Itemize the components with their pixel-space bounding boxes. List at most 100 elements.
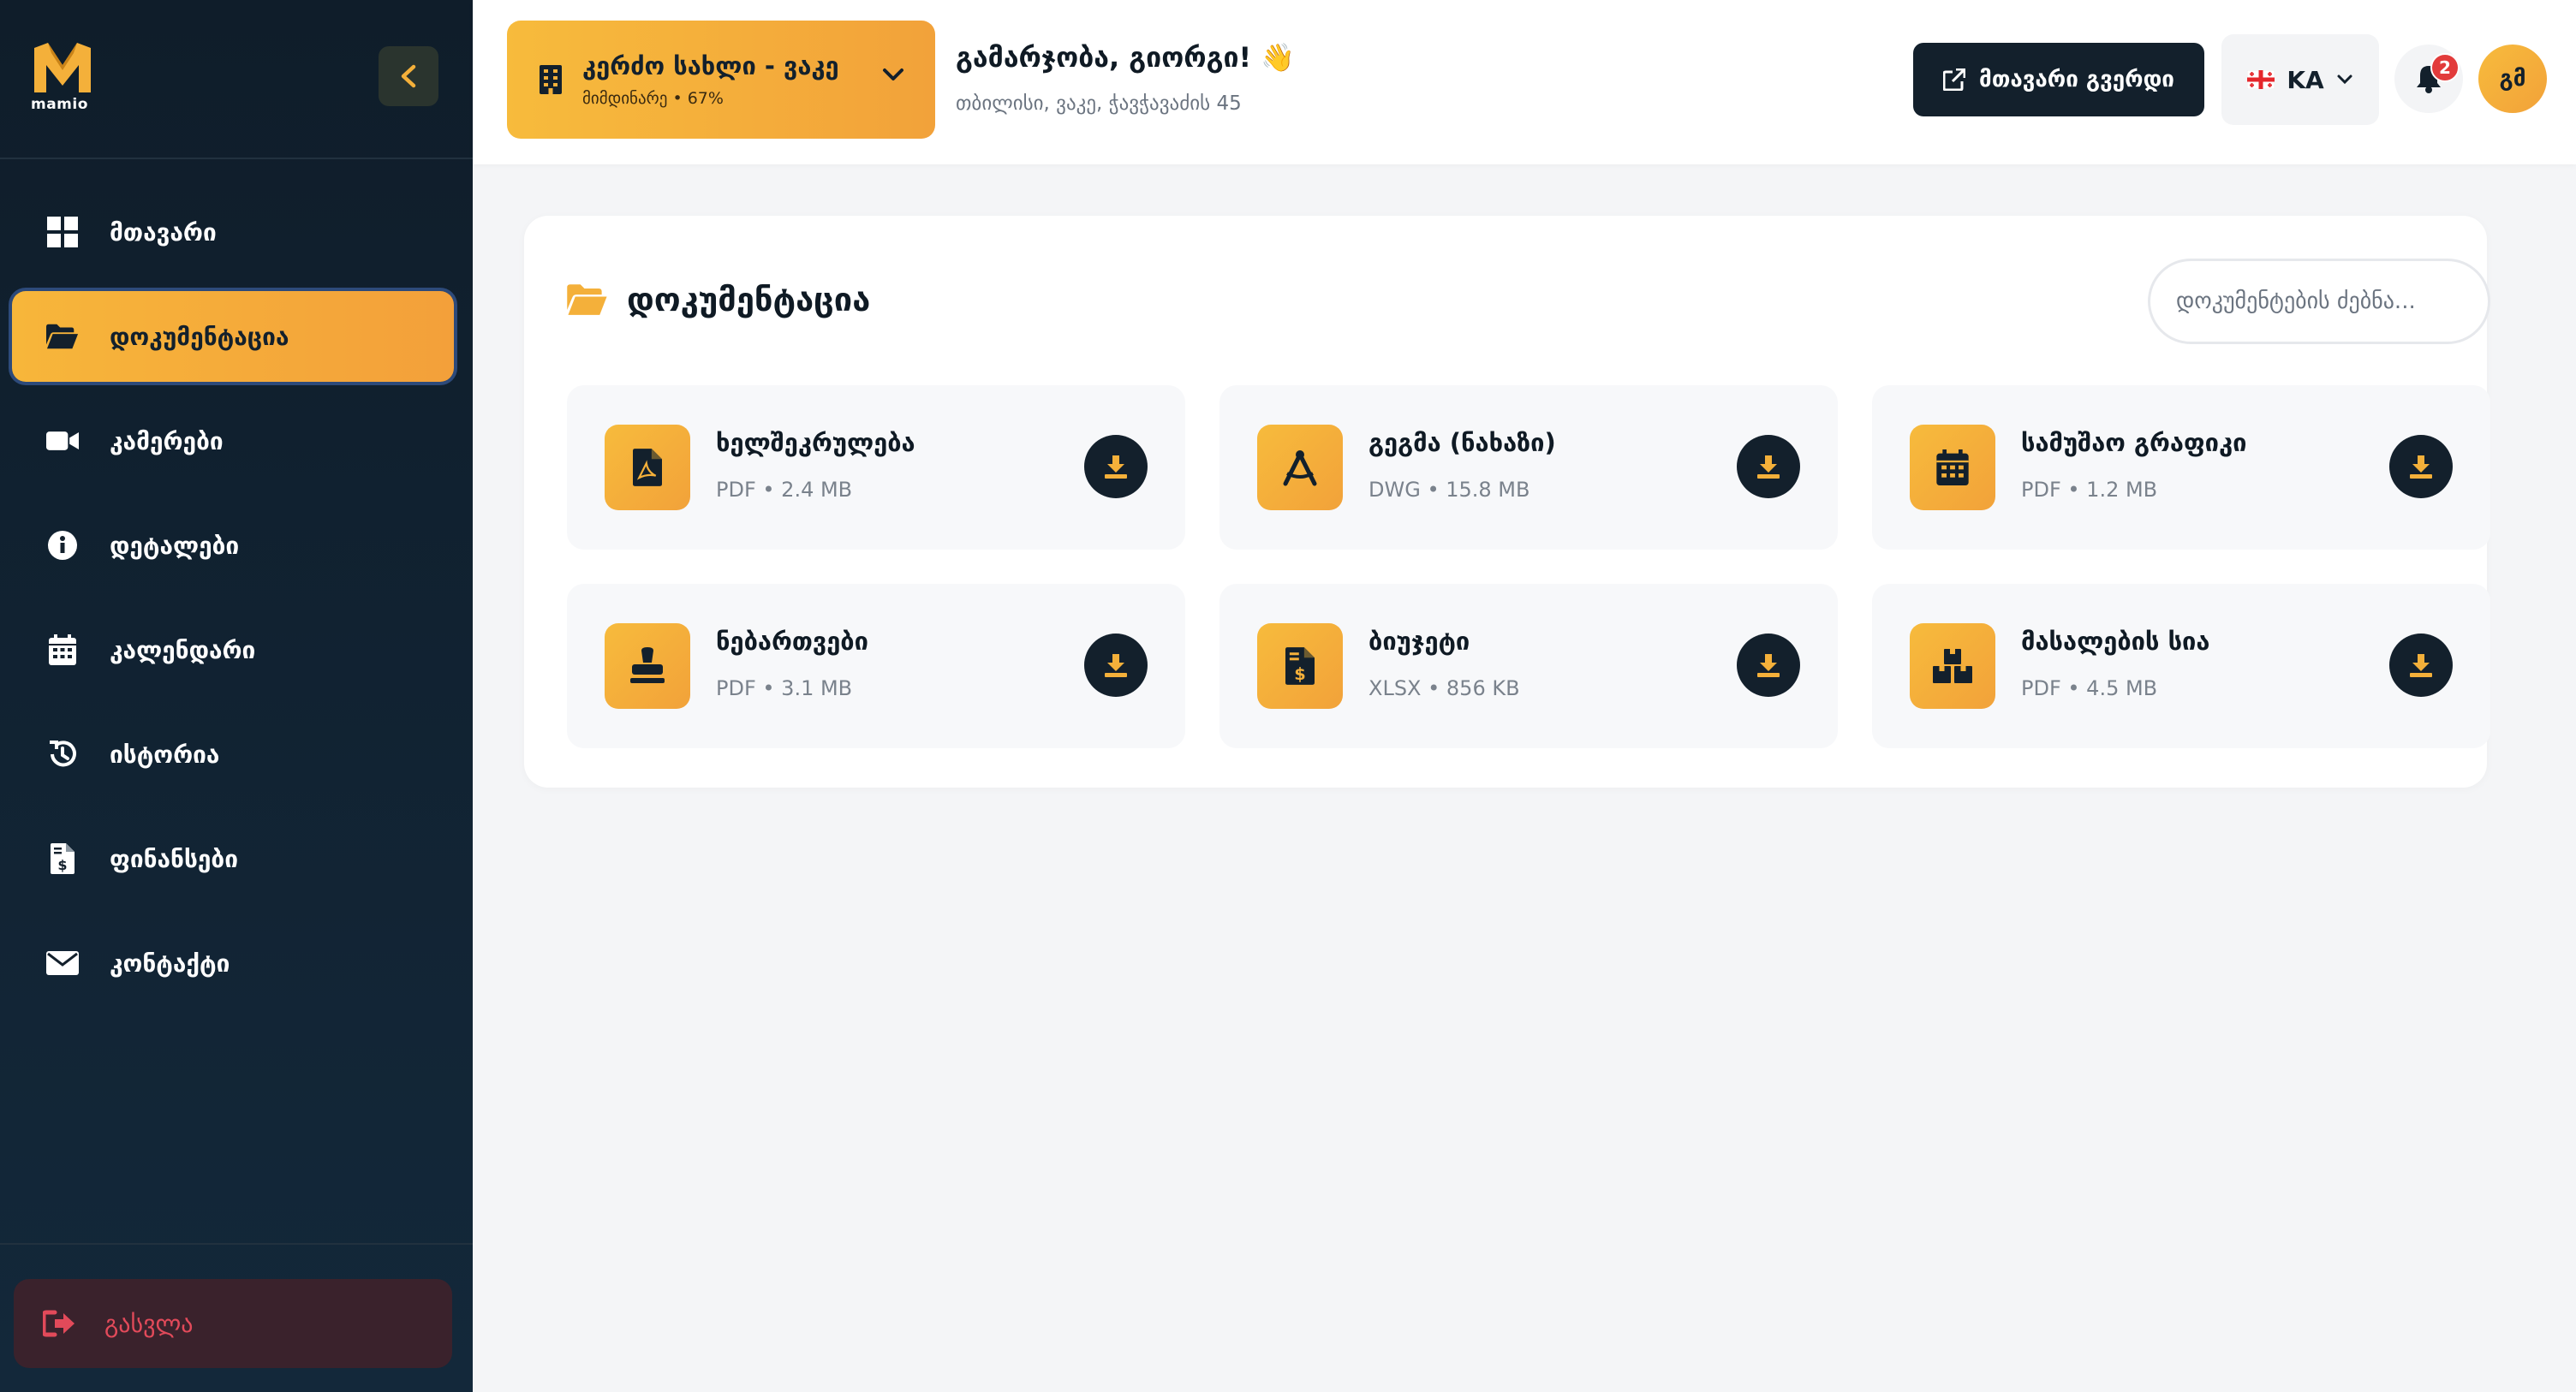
project-name: კერძო სახლი - ვაკე	[582, 51, 839, 80]
sidebar-item-cameras[interactable]: კამერები	[12, 396, 454, 486]
sidebar-divider	[0, 158, 473, 159]
document-item[interactable]: სამუშაო გრაფიკი PDF • 1.2 MB	[1872, 385, 2490, 550]
top-bar: კერძო სახლი - ვაკე მიმდინარე • 67% გამარ…	[473, 0, 2576, 164]
sidebar-item-calendar[interactable]: კალენდარი	[12, 604, 454, 695]
sidebar-item-label: კონტაქტი	[110, 949, 230, 978]
sidebar-collapse-button[interactable]	[379, 46, 438, 106]
georgia-flag-icon	[2247, 70, 2275, 89]
documents-header: დოკუმენტაცია	[567, 281, 870, 318]
document-name: ბიუჯეტი	[1368, 627, 1470, 656]
calendar-icon	[46, 634, 79, 666]
document-item[interactable]: $ ბიუჯეტი XLSX • 856 KB	[1219, 584, 1838, 748]
invoice-dollar-icon: $	[1257, 623, 1343, 709]
sidebar-item-label: ისტორია	[110, 740, 220, 769]
download-button[interactable]	[2389, 634, 2453, 697]
document-item[interactable]: მასალების სია PDF • 4.5 MB	[1872, 584, 2490, 748]
document-meta: PDF • 3.1 MB	[716, 676, 853, 700]
download-icon	[1105, 654, 1127, 677]
main-page-label: მთავარი გვერდი	[1979, 67, 2174, 92]
document-meta: PDF • 4.5 MB	[2021, 676, 2158, 700]
notifications-button[interactable]: 2	[2394, 45, 2463, 113]
document-meta: XLSX • 856 KB	[1368, 676, 1520, 700]
document-meta: DWG • 15.8 MB	[1368, 478, 1530, 502]
document-item[interactable]: ნებართვები PDF • 3.1 MB	[567, 584, 1185, 748]
download-icon	[1757, 654, 1780, 677]
sidebar: mamio მთავარი დოკუმენტაცია კამერები დეტა…	[0, 0, 473, 1392]
download-icon	[2410, 455, 2432, 479]
chevron-down-icon	[2337, 74, 2352, 85]
document-name: ხელშეკრულება	[716, 428, 915, 457]
file-pdf-icon	[605, 425, 690, 510]
chevron-left-icon	[401, 64, 416, 88]
greeting-block: გამარჯობა, გიორგი! 👋 თბილისი, ვაკე, ჭავჭ…	[956, 41, 1295, 115]
project-address: თბილისი, ვაკე, ჭავჭავაძის 45	[956, 92, 1242, 115]
download-button[interactable]	[1737, 634, 1800, 697]
download-button[interactable]	[1737, 435, 1800, 498]
svg-text:$: $	[57, 857, 67, 873]
download-button[interactable]	[1084, 435, 1148, 498]
sidebar-item-label: დოკუმენტაცია	[110, 322, 289, 351]
page-title: დოკუმენტაცია	[627, 281, 871, 318]
logo-icon	[34, 43, 91, 92]
sidebar-item-home[interactable]: მთავარი	[12, 187, 454, 277]
sidebar-nav: მთავარი დოკუმენტაცია კამერები დეტალები კ…	[12, 187, 454, 1022]
document-meta: PDF • 2.4 MB	[716, 478, 853, 502]
external-link-icon	[1943, 68, 1966, 91]
sidebar-item-finance[interactable]: $ ფინანსები	[12, 813, 454, 904]
documents-card: დოკუმენტაცია ხელშეკრულება PDF • 2.4 MB გ…	[524, 216, 2490, 788]
document-item[interactable]: ხელშეკრულება PDF • 2.4 MB	[567, 385, 1185, 550]
avatar[interactable]: გმ	[2478, 45, 2547, 113]
document-meta: PDF • 1.2 MB	[2021, 478, 2158, 502]
document-name: მასალების სია	[2021, 627, 2210, 656]
folder-open-icon	[46, 320, 79, 353]
sidebar-item-label: დეტალები	[110, 531, 240, 560]
greeting-text: გამარჯობა, გიორგი! 👋	[956, 41, 1296, 74]
sidebar-item-label: კალენდარი	[110, 635, 256, 664]
svg-text:$: $	[1294, 664, 1306, 684]
project-status: მიმდინარე • 67%	[582, 89, 724, 108]
notifications-badge: 2	[2430, 53, 2460, 82]
history-icon	[46, 738, 79, 770]
grid-icon	[46, 216, 79, 248]
sign-out-icon	[43, 1310, 75, 1337]
boxes-icon	[1910, 623, 1995, 709]
sidebar-item-label: ფინანსები	[110, 844, 238, 873]
logo[interactable]: mamio	[31, 41, 99, 118]
document-item[interactable]: გეგმა (ნახაზი) DWG • 15.8 MB	[1219, 385, 1838, 550]
language-code: KA	[2287, 65, 2324, 94]
sidebar-item-details[interactable]: დეტალები	[12, 500, 454, 591]
logout-button[interactable]: გასვლა	[14, 1279, 452, 1368]
logo-text: mamio	[31, 96, 88, 113]
document-name: ნებართვები	[716, 627, 868, 656]
download-button[interactable]	[2389, 435, 2453, 498]
project-selector[interactable]: კერძო სახლი - ვაკე მიმდინარე • 67%	[507, 21, 935, 139]
info-icon	[46, 529, 79, 562]
download-icon	[1757, 455, 1780, 479]
sidebar-item-label: კამერები	[110, 426, 224, 455]
building-icon	[540, 65, 562, 94]
folder-open-icon	[567, 284, 607, 315]
sidebar-item-documents[interactable]: დოკუმენტაცია	[12, 291, 454, 382]
download-icon	[2410, 654, 2432, 677]
main-page-button[interactable]: მთავარი გვერდი	[1913, 43, 2204, 116]
envelope-icon	[46, 947, 79, 979]
download-icon	[1105, 455, 1127, 479]
document-name: სამუშაო გრაფიკი	[2021, 428, 2247, 457]
sidebar-item-history[interactable]: ისტორია	[12, 709, 454, 800]
sidebar-divider	[0, 1243, 473, 1245]
video-icon	[46, 425, 79, 457]
invoice-dollar-icon: $	[46, 842, 79, 875]
language-selector[interactable]: KA	[2221, 34, 2379, 125]
chevron-down-icon	[883, 68, 903, 80]
logout-label: გასვლა	[104, 1309, 194, 1338]
compass-drafting-icon	[1257, 425, 1343, 510]
document-search-input[interactable]	[2148, 259, 2490, 344]
download-button[interactable]	[1084, 634, 1148, 697]
sidebar-item-contact[interactable]: კონტაქტი	[12, 918, 454, 1008]
sidebar-item-label: მთავარი	[110, 217, 217, 247]
stamp-icon	[605, 623, 690, 709]
project-selector-texts: კერძო სახლი - ვაკე მიმდინარე • 67%	[582, 51, 839, 108]
calendar-icon	[1910, 425, 1995, 510]
documents-grid: ხელშეკრულება PDF • 2.4 MB გეგმა (ნახაზი)…	[567, 385, 2490, 748]
document-name: გეგმა (ნახაზი)	[1368, 428, 1556, 457]
